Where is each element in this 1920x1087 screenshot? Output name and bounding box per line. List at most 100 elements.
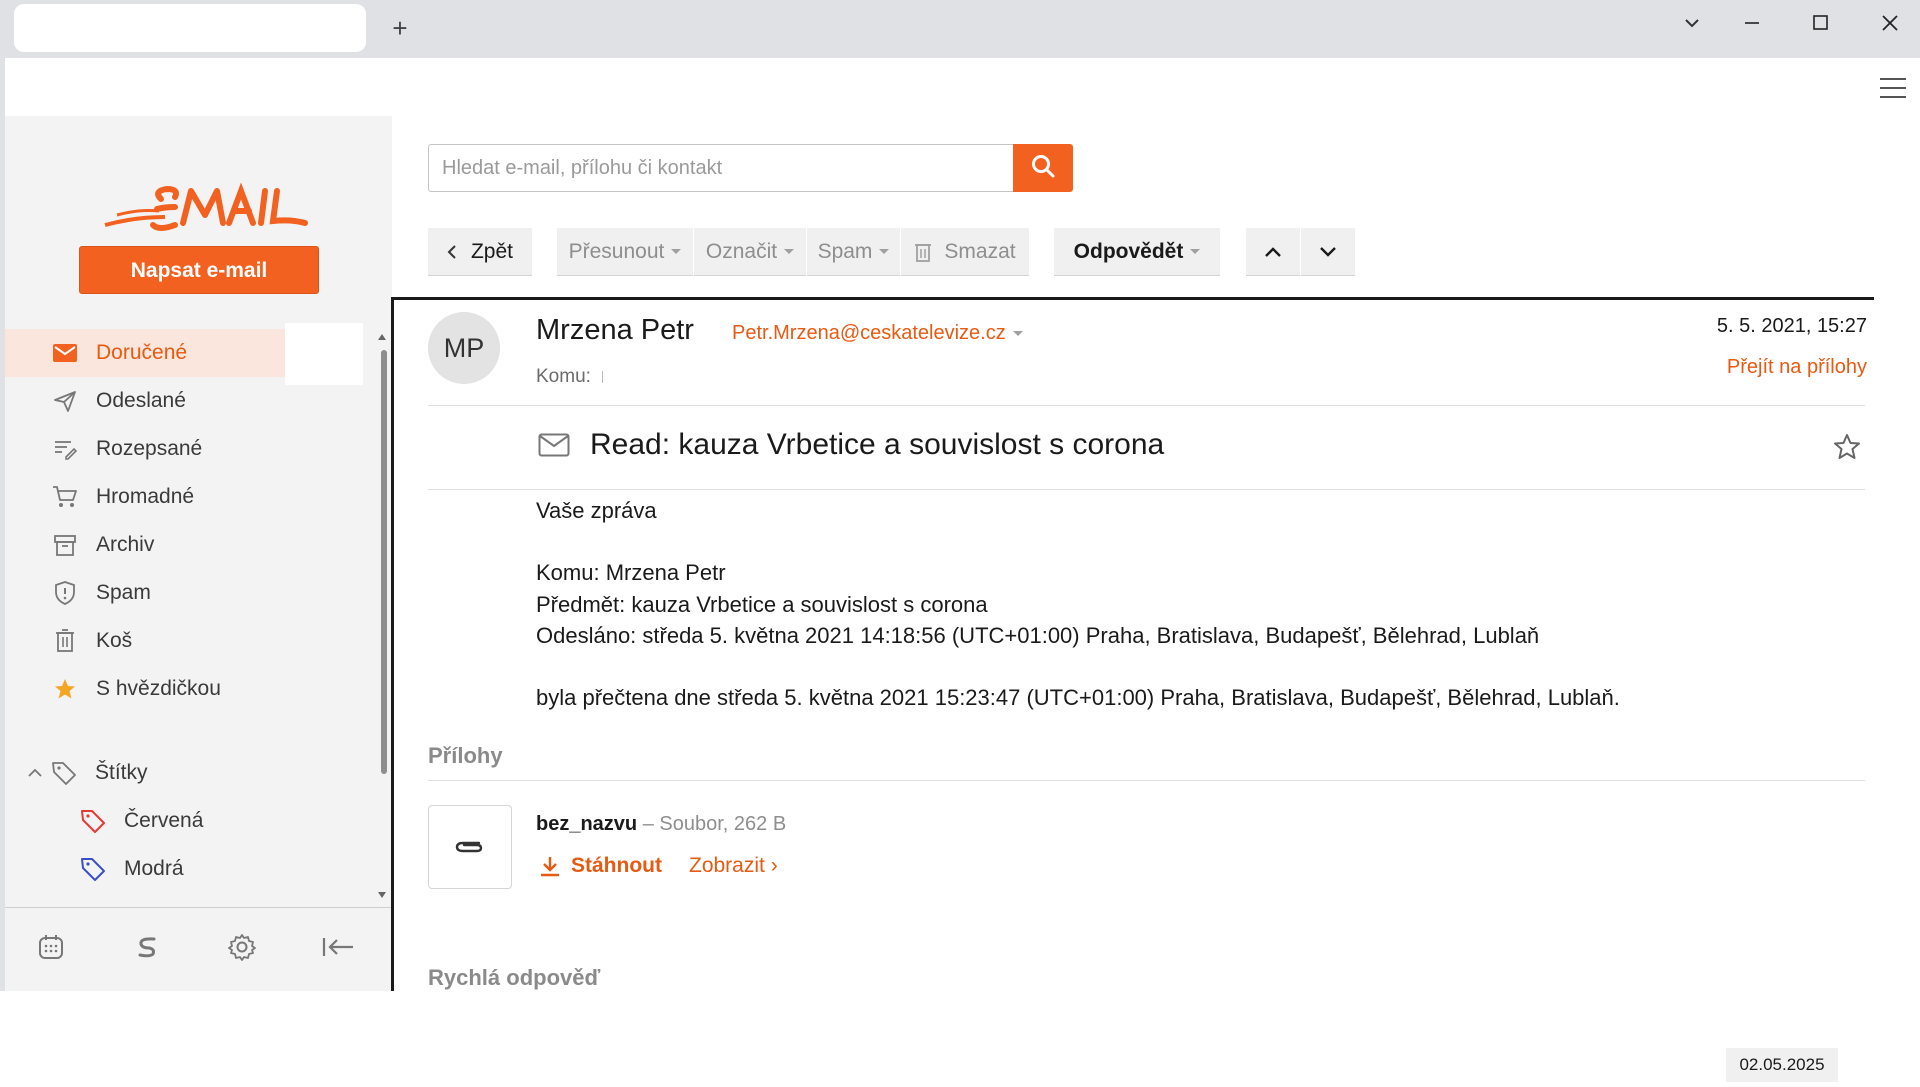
archive-icon [48, 533, 82, 557]
sidebar-item-sent[interactable]: Odeslané [5, 377, 285, 425]
sender-email[interactable]: Petr.Mrzena@ceskatelevize.cz [732, 322, 1023, 345]
sender-email-label: Petr.Mrzena@ceskatelevize.cz [732, 322, 1006, 344]
labels-header[interactable]: Štítky [5, 749, 285, 797]
sender-name: Mrzena Petr [536, 314, 694, 346]
search-button[interactable] [1013, 144, 1073, 192]
taskbar-date: 02.05.2025 [1726, 1048, 1838, 1082]
delete-button[interactable]: Smazat [901, 228, 1029, 275]
sidebar-item-spam[interactable]: Spam [5, 569, 285, 617]
draft-icon [48, 438, 82, 460]
sidebar-gap [285, 323, 363, 385]
recipient-label: Komu: [536, 366, 604, 388]
sidebar-label-red[interactable]: Červená [5, 797, 285, 845]
caret-down-icon [879, 249, 890, 254]
menu-icon[interactable] [1880, 78, 1906, 98]
reply-label: Odpovědět [1073, 239, 1184, 263]
spam-label: Spam [817, 239, 873, 263]
sidebar-bottom-bar [5, 907, 392, 991]
download-icon [539, 855, 561, 877]
divider [428, 780, 1865, 781]
browser-tab-bar: + [0, 0, 1920, 58]
sidebar-item-label: Spam [96, 581, 151, 604]
star-outline-icon[interactable] [1833, 433, 1861, 466]
sidebar-label-blue[interactable]: Modrá [5, 845, 285, 893]
sidebar-item-inbox[interactable]: Doručené [5, 329, 285, 377]
quick-reply-title: Rychlá odpověď [428, 965, 601, 990]
back-button[interactable]: Zpět [428, 228, 532, 275]
move-button[interactable]: Přesunout [557, 228, 693, 275]
envelope-icon [538, 433, 570, 462]
caret-down-icon [671, 249, 682, 254]
sidebar-item-trash[interactable]: Koš [5, 617, 285, 665]
sidebar-item-label: S hvězdičkou [96, 677, 221, 700]
divider [428, 405, 1865, 406]
divider [428, 489, 1865, 490]
sidebar-item-archive[interactable]: Archiv [5, 521, 285, 569]
browser-tab[interactable] [14, 4, 366, 52]
download-label: Stáhnout [571, 854, 662, 877]
send-icon [48, 389, 82, 413]
seznam-icon[interactable] [132, 932, 166, 966]
settings-icon[interactable] [227, 932, 261, 966]
back-label: Zpět [470, 239, 514, 263]
sidebar-label-text: Modrá [124, 857, 184, 880]
new-tab-button[interactable]: + [385, 10, 415, 46]
avatar: MP [428, 312, 500, 384]
star-icon [48, 677, 82, 701]
maximize-icon[interactable] [1800, 12, 1840, 46]
sidebar-item-starred[interactable]: S hvězdičkou [5, 665, 285, 713]
body-line: byla přečtena dne středa 5. května 2021 … [536, 685, 1620, 710]
search-icon [1030, 153, 1056, 184]
sidebar-item-drafts[interactable]: Rozepsané [5, 425, 285, 473]
next-message-button[interactable] [1301, 228, 1355, 275]
view-attachment-link[interactable]: Zobrazit › [689, 854, 778, 878]
body-line: Vaše zpráva [536, 498, 657, 523]
compose-button[interactable]: Napsat e-mail [79, 246, 319, 294]
recipient-placeholder [602, 370, 604, 383]
close-icon[interactable] [1870, 12, 1910, 46]
caret-down-icon [784, 249, 795, 254]
goto-attachments-link[interactable]: Přejít na přílohy [1727, 356, 1867, 379]
collapse-sidebar-icon[interactable] [321, 932, 355, 966]
download-button[interactable]: Stáhnout [539, 854, 662, 878]
previous-message-button[interactable] [1246, 228, 1300, 275]
message-panel-border [391, 297, 1874, 300]
body-line: Předmět: kauza Vrbetice a souvislost s c… [536, 592, 988, 617]
body-line: Komu: Mrzena Petr [536, 560, 726, 585]
sidebar-item-label: Hromadné [96, 485, 195, 508]
mark-button[interactable]: Označit [694, 228, 806, 275]
spam-button[interactable]: Spam [807, 228, 900, 275]
chevron-left-icon [447, 244, 457, 260]
browser-toolbar [0, 58, 1920, 116]
search-input[interactable]: Hledat e-mail, přílohu či kontakt [428, 144, 1014, 192]
body-line: Odesláno: středa 5. května 2021 14:18:56… [536, 623, 1540, 648]
minimize-icon[interactable] [1732, 12, 1772, 46]
caret-down-icon [1012, 331, 1023, 337]
tag-icon [51, 760, 81, 786]
email-logo[interactable] [95, 161, 315, 246]
attachment-thumbnail[interactable] [428, 805, 512, 889]
tab-list-icon[interactable] [1672, 12, 1712, 46]
trash-icon [48, 629, 82, 653]
sidebar-label-text: Červená [124, 809, 204, 832]
caret-down-icon [1190, 249, 1201, 254]
chevron-up-icon[interactable] [27, 767, 45, 779]
message-subject: Read: kauza Vrbetice a souvislost s coro… [590, 428, 1165, 461]
sidebar-item-bulk[interactable]: Hromadné [5, 473, 285, 521]
calendar-icon[interactable] [36, 932, 70, 966]
chevron-down-icon [1319, 246, 1337, 258]
sidebar-scroll-thumb[interactable] [381, 350, 387, 774]
message-date: 5. 5. 2021, 15:27 [1716, 315, 1867, 337]
shield-icon [48, 580, 82, 606]
inbox-icon [48, 343, 82, 363]
mark-label: Označit [705, 239, 778, 263]
reply-button[interactable]: Odpovědět [1054, 228, 1220, 275]
paperclip-icon [453, 837, 487, 857]
cart-icon [48, 485, 82, 509]
delete-label: Smazat [944, 239, 1016, 263]
sidebar-item-label: Odeslané [96, 389, 186, 412]
labels-header-label: Štítky [95, 761, 148, 784]
attachment-meta: – Soubor, 262 B [642, 813, 787, 835]
sidebar-item-label: Rozepsané [96, 437, 203, 460]
attachment-info: bez_nazvu – Soubor, 262 B [536, 813, 786, 836]
